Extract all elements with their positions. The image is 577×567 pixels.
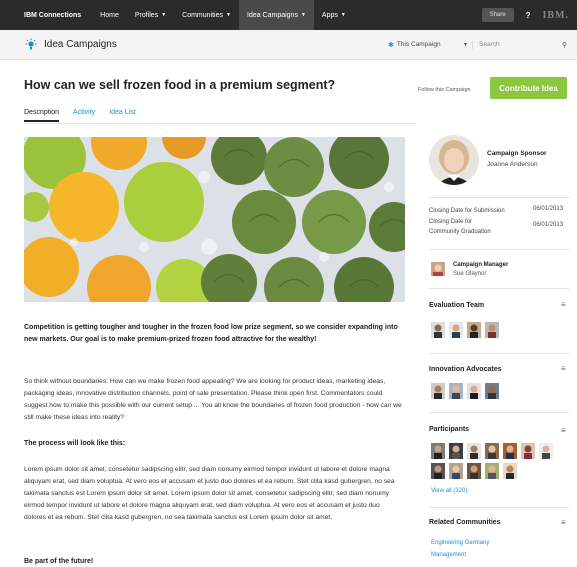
nav-home[interactable]: Home — [92, 0, 127, 30]
evaluation-team-avatars — [431, 322, 561, 342]
ibm-logo: IBM. — [542, 9, 569, 21]
divider — [429, 288, 569, 289]
avatar[interactable] — [431, 383, 445, 399]
nav-profiles-label: Profiles — [134, 11, 159, 19]
closing-submission-label: Closing Date for Submission — [429, 208, 505, 214]
nav-idea-campaigns-label: Idea Campaigns — [246, 11, 298, 19]
avatar[interactable] — [431, 443, 445, 459]
app-title-bar: Idea Campaigns ✱ This Campaign ▼ Search … — [0, 30, 577, 60]
nav-idea-campaigns[interactable]: Idea Campaigns ▼ — [238, 0, 314, 30]
innovation-advocates-title: Innovation Advocates — [429, 366, 502, 373]
avatar[interactable] — [449, 443, 463, 459]
menu-icon[interactable]: ≡ — [561, 518, 566, 527]
related-community-link[interactable]: Engineering Germany — [431, 540, 489, 546]
manager-avatar[interactable] — [431, 262, 445, 276]
related-community-link[interactable]: Management — [431, 552, 466, 558]
innovation-advocates-avatars — [431, 383, 561, 403]
avatar[interactable] — [539, 443, 553, 459]
top-nav-bar: IBM Connections Home Profiles ▼ Communiti… — [0, 0, 577, 30]
closing-graduation-date: 06/01/2013 — [533, 222, 564, 228]
divider — [429, 353, 569, 354]
nav-apps-label: Apps — [321, 11, 338, 19]
process-description-text: Lorem ipsum dolor sit amet, consetetur s… — [24, 466, 395, 521]
sponsor-label: Campaign Sponsor — [487, 150, 547, 157]
nav-communities[interactable]: Communities ▼ — [174, 0, 239, 30]
share-button[interactable]: Share — [481, 8, 514, 22]
avatar[interactable] — [521, 443, 535, 459]
search-scope-label: This Campaign — [396, 41, 441, 48]
avatar[interactable] — [503, 463, 517, 479]
nav-profiles[interactable]: Profiles ▼ — [127, 0, 174, 30]
evaluation-team-title: Evaluation Team — [429, 302, 485, 309]
app-title: Idea Campaigns — [44, 39, 117, 50]
tab-description[interactable]: Description — [24, 109, 60, 122]
avatar[interactable] — [431, 463, 445, 479]
avatar[interactable] — [467, 383, 481, 399]
follow-campaign-link[interactable]: Follow this Campaign — [418, 87, 471, 93]
avatar[interactable] — [467, 322, 481, 338]
manager-name[interactable]: Sue Glaynor — [453, 271, 486, 277]
contribute-idea-button[interactable]: Contribute Idea — [490, 77, 567, 99]
tab-divider — [24, 123, 416, 124]
brand-link[interactable]: IBM Connections — [0, 12, 92, 19]
menu-icon[interactable]: ≡ — [561, 426, 566, 435]
sponsor-name[interactable]: Joanne Anderson — [487, 161, 538, 168]
avatar[interactable] — [449, 383, 463, 399]
avatar[interactable] — [449, 463, 463, 479]
menu-icon[interactable]: ≡ — [561, 300, 566, 309]
page-title: How can we sell frozen food in a premium… — [24, 78, 336, 92]
view-all-participants-link[interactable]: View all (320) — [431, 488, 467, 494]
nav-home-label: Home — [100, 11, 119, 19]
menu-icon[interactable]: ≡ — [561, 364, 566, 373]
divider — [429, 197, 569, 198]
chevron-down-icon: ▼ — [340, 12, 346, 18]
chevron-down-icon: ▼ — [226, 12, 231, 18]
process-heading: The process will look like this: — [24, 440, 126, 447]
closing-graduation-label-line1: Closing Date for — [429, 219, 473, 225]
lightbulb-icon: ✱ — [388, 41, 394, 49]
future-heading: Be part of the future! — [24, 558, 94, 565]
avatar[interactable] — [503, 443, 517, 459]
avatar[interactable] — [485, 383, 499, 399]
tab-idea-list[interactable]: Idea List — [109, 109, 135, 122]
search-icon[interactable]: ⚲ — [562, 41, 567, 49]
avatar[interactable] — [467, 463, 481, 479]
avatar[interactable] — [485, 322, 499, 338]
campaign-lead-text: Competition is getting tougher and tough… — [24, 324, 398, 343]
campaign-description-text: So think without boundaries: How can we … — [24, 378, 402, 421]
avatar[interactable] — [467, 443, 481, 459]
participants-avatars — [431, 443, 561, 483]
search-scope-dropdown[interactable]: ✱ This Campaign ▼ — [388, 40, 473, 49]
divider — [429, 412, 569, 413]
tab-bar: Description Activity Idea List — [24, 109, 150, 122]
manager-label: Campaign Manager — [453, 262, 509, 268]
avatar[interactable] — [431, 322, 445, 338]
avatar[interactable] — [449, 322, 463, 338]
sponsor-avatar[interactable] — [429, 135, 479, 185]
help-icon[interactable]: ? — [526, 11, 531, 20]
participants-title: Participants — [429, 426, 470, 433]
closing-graduation-label-line2: Community Graduation — [429, 229, 491, 235]
search-placeholder: Search — [479, 41, 500, 48]
avatar[interactable] — [485, 463, 499, 479]
nav-communities-label: Communities — [182, 11, 224, 19]
nav-apps[interactable]: Apps ▼ — [314, 0, 354, 30]
chevron-down-icon: ▼ — [463, 41, 468, 48]
divider — [429, 249, 569, 250]
tab-activity[interactable]: Activity — [73, 109, 95, 122]
campaign-hero-image — [24, 137, 405, 302]
lightbulb-icon — [25, 38, 37, 49]
chevron-down-icon: ▼ — [300, 12, 306, 18]
avatar[interactable] — [485, 443, 499, 459]
divider — [429, 507, 569, 508]
search-input[interactable]: Search ⚲ — [479, 41, 567, 49]
chevron-down-icon: ▼ — [161, 12, 167, 18]
closing-submission-date: 06/01/2013 — [533, 206, 564, 212]
related-communities-title: Related Communities — [429, 519, 501, 526]
